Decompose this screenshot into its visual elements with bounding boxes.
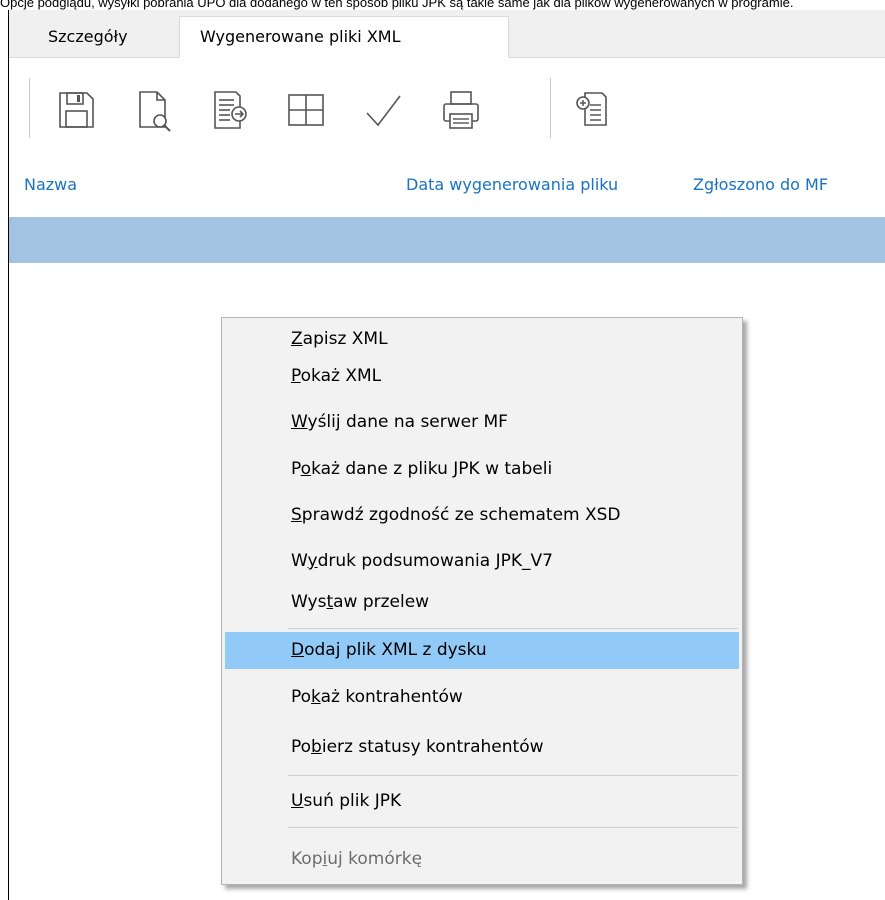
menu-item-kopiuj-komorke: Kopiuj komórkę <box>225 841 739 878</box>
menu-item-pokaz-kontrahentow[interactable]: Pokaż kontrahentów <box>225 679 739 716</box>
print-icon <box>443 91 479 129</box>
menu-item-label: Pobierz statusy kontrahentów <box>291 737 544 757</box>
menu-item-pokaz-dane-tabela[interactable]: Pokaż dane z pliku JPK w tabeli <box>225 451 739 488</box>
jpk-window: Szczegóły Wygenerowane pliki XML Nazwa D… <box>8 10 885 900</box>
menu-item-label: Wyślij dane na serwer MF <box>291 412 508 432</box>
toolbar-separator <box>29 78 30 138</box>
toolbar-separator <box>550 78 551 138</box>
table-icon <box>288 94 324 126</box>
menu-separator <box>288 827 738 828</box>
preview-icon <box>139 91 171 132</box>
toolbar <box>9 58 885 158</box>
validate-button[interactable] <box>359 86 407 134</box>
column-header-zgloszono-do-mf[interactable]: Zgłoszono do MF <box>693 175 828 194</box>
menu-item-dodaj-plik-xml[interactable]: Dodaj plik XML z dysku <box>225 632 739 669</box>
export-button[interactable] <box>205 86 253 134</box>
add-file-icon <box>576 92 607 126</box>
menu-item-label: Kopiuj komórkę <box>291 849 423 869</box>
menu-item-pobierz-statusy[interactable]: Pobierz statusy kontrahentów <box>225 729 739 766</box>
menu-item-label: Pokaż XML <box>291 366 382 386</box>
menu-item-sprawdz-zgodnosc[interactable]: Sprawdź zgodność ze schematem XSD <box>225 497 739 534</box>
preview-button[interactable] <box>129 86 177 134</box>
menu-item-pokaz-xml[interactable]: Pokaż XML <box>225 358 739 395</box>
tab-szczegoly[interactable]: Szczegóły <box>27 16 179 57</box>
context-menu: Zapisz XML Pokaż XML Wyślij dane na serw… <box>221 317 743 885</box>
menu-item-label: Zapisz XML <box>291 329 388 349</box>
add-file-button[interactable] <box>569 86 617 134</box>
menu-item-label: Sprawdź zgodność ze schematem XSD <box>291 505 621 525</box>
column-header-nazwa[interactable]: Nazwa <box>24 175 77 194</box>
tab-bar: Szczegóły Wygenerowane pliki XML <box>9 10 885 58</box>
menu-item-label: Dodaj plik XML z dysku <box>291 640 487 660</box>
menu-item-usun-plik-jpk[interactable]: Usuń plik JPK <box>225 783 739 820</box>
table-button[interactable] <box>282 86 330 134</box>
menu-item-zapisz-xml[interactable]: Zapisz XML <box>225 321 739 358</box>
export-icon <box>214 91 247 129</box>
checkmark-icon <box>366 95 401 127</box>
caption-text: Opcje podglądu, wysyłki pobrania UPO dla… <box>0 0 794 10</box>
column-header-data-wygenerowania[interactable]: Data wygenerowania pliku <box>406 175 618 194</box>
save-icon <box>59 92 94 128</box>
menu-separator <box>288 628 738 629</box>
save-button[interactable] <box>52 86 100 134</box>
menu-item-label: Usuń plik JPK <box>291 791 402 811</box>
menu-item-wydruk-podsumowania[interactable]: Wydruk podsumowania JPK_V7 <box>225 543 739 580</box>
menu-separator <box>288 775 738 776</box>
tab-wygenerowane-pliki-xml[interactable]: Wygenerowane pliki XML <box>179 16 509 58</box>
menu-item-wyslij-dane[interactable]: Wyślij dane na serwer MF <box>225 404 739 441</box>
menu-item-wystaw-przelew[interactable]: Wystaw przelew <box>225 584 739 621</box>
menu-item-label: Pokaż dane z pliku JPK w tabeli <box>291 459 553 479</box>
print-button[interactable] <box>437 86 485 134</box>
table-row-selected[interactable] <box>9 217 885 263</box>
menu-item-label: Pokaż kontrahentów <box>291 687 463 707</box>
menu-item-label: Wydruk podsumowania JPK_V7 <box>291 551 553 571</box>
menu-item-label: Wystaw przelew <box>291 592 430 612</box>
